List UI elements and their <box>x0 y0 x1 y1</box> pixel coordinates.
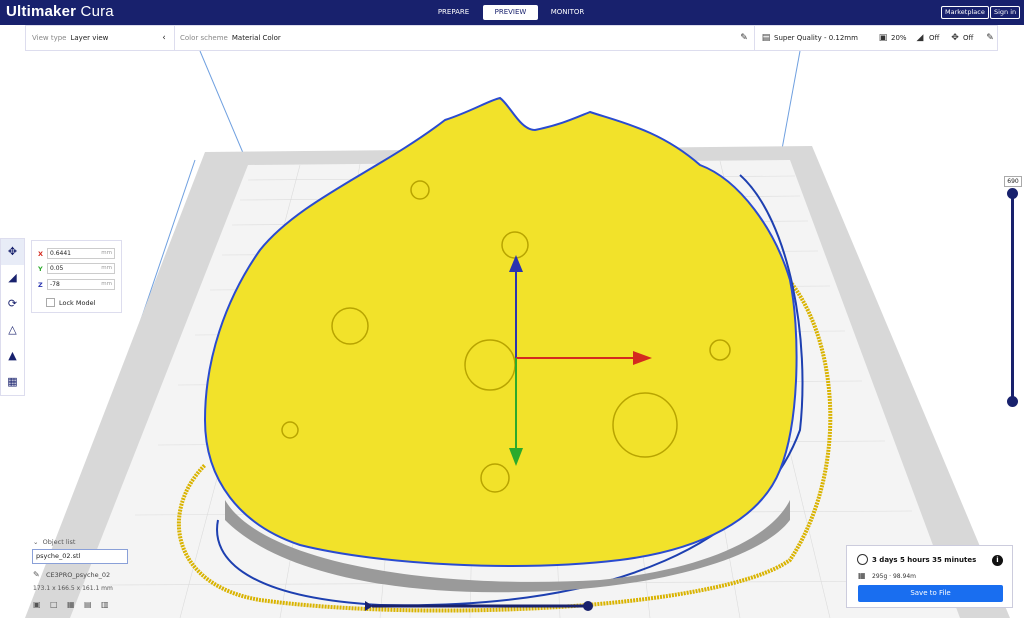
z-unit: mm <box>101 281 112 287</box>
lock-model-checkbox[interactable]: Lock Model <box>46 298 95 307</box>
scale-tool-icon[interactable]: ◢ <box>1 265 24 291</box>
model-dimensions: 173.1 x 166.5 x 161.1 mm <box>33 585 113 592</box>
chevron-down-icon: ⌄ <box>33 538 39 546</box>
print-setup-selector[interactable]: Super Quality - 0.12mm <box>774 26 858 50</box>
layer-slider-bottom-handle[interactable] <box>1007 396 1018 407</box>
brand-light: Cura <box>76 3 114 20</box>
app-logo: Ultimaker Cura <box>6 3 114 20</box>
x-unit: mm <box>101 250 112 256</box>
brand-bold: Ultimaker <box>6 3 77 20</box>
y-input[interactable]: 0.05 mm <box>47 263 115 274</box>
adhesion-icon: ✥ <box>951 33 959 43</box>
tab-preview[interactable]: PREVIEW <box>483 5 538 20</box>
material-usage: 295g · 98.94m <box>872 573 917 580</box>
front-view-icon[interactable]: □ <box>50 600 60 610</box>
y-unit: mm <box>101 265 112 271</box>
3d-viewport[interactable] <box>0 51 1024 618</box>
view-type-selector[interactable]: View type Layer view <box>32 26 108 50</box>
pencil-icon[interactable]: ✎ <box>33 570 40 579</box>
z-label: Z <box>38 280 43 289</box>
left-view-icon[interactable]: ▤ <box>84 600 94 610</box>
divider <box>174 26 175 50</box>
chevron-left-icon[interactable]: ‹ <box>158 32 170 44</box>
layer-slider-top-handle[interactable] <box>1007 188 1018 199</box>
top-header: Ultimaker Cura PREPARE PREVIEW MONITOR M… <box>0 0 1024 25</box>
info-icon[interactable]: i <box>992 555 1003 566</box>
infill-value: 20% <box>891 34 907 42</box>
view-type-value: Layer view <box>70 34 109 42</box>
layer-number-field[interactable]: 690 <box>1004 176 1022 187</box>
move-panel: X 0.6441 mm Y 0.05 mm Z -78 mm Lock Model <box>31 240 122 313</box>
checkbox-box[interactable] <box>46 298 55 307</box>
layer-slider-track[interactable] <box>1011 194 1014 402</box>
stage-tabs: PREPARE PREVIEW MONITOR <box>426 5 597 20</box>
build-volume-edge <box>779 51 801 161</box>
support-value: Off <box>929 34 940 42</box>
top-view-icon[interactable]: ▦ <box>67 600 77 610</box>
y-value: 0.05 <box>50 265 64 272</box>
x-label: X <box>38 249 44 258</box>
object-list-item[interactable]: psyche_02.stl <box>32 549 128 564</box>
y-label: Y <box>38 264 43 273</box>
tab-monitor[interactable]: MONITOR <box>540 5 595 20</box>
adhesion-value: Off <box>963 34 974 42</box>
right-view-icon[interactable]: ▥ <box>101 600 111 610</box>
object-list-toggle[interactable]: ⌄ Object list <box>33 538 75 546</box>
y-row: Y 0.05 mm <box>38 263 115 274</box>
move-tool-icon[interactable]: ✥ <box>1 239 24 265</box>
support-icon: ◢ <box>916 33 924 43</box>
color-scheme-label: Color scheme <box>180 34 228 42</box>
scene-canvas <box>25 51 1010 618</box>
z-row: Z -78 mm <box>38 279 115 290</box>
color-scheme-value: Material Color <box>231 34 281 42</box>
print-info-panel: 3 days 5 hours 35 minutes i ▦ 295g · 98.… <box>846 545 1013 608</box>
x-value: 0.6441 <box>50 250 71 257</box>
divider <box>754 26 755 50</box>
sign-in-button[interactable]: Sign in <box>990 6 1021 19</box>
infill-icon: ▣ <box>878 33 888 43</box>
support-blocker-icon[interactable]: ▦ <box>1 369 24 395</box>
per-model-settings-icon[interactable]: ▲ <box>1 343 24 369</box>
spool-icon: ▦ <box>858 571 866 580</box>
camera-view-buttons: ▣ □ ▦ ▤ ▥ <box>33 600 118 610</box>
clock-icon <box>857 554 868 565</box>
color-scheme-selector[interactable]: Color scheme Material Color <box>180 26 281 50</box>
3d-view-icon[interactable]: ▣ <box>33 600 43 610</box>
build-volume-edge <box>199 51 247 161</box>
z-input[interactable]: -78 mm <box>47 279 115 290</box>
pencil-icon[interactable]: ✎ <box>738 32 750 44</box>
simulation-handle[interactable] <box>583 601 593 611</box>
rotate-tool-icon[interactable]: ⟳ <box>1 291 24 317</box>
object-list-header: Object list <box>42 538 76 546</box>
print-time: 3 days 5 hours 35 minutes <box>872 556 977 564</box>
pencil-icon[interactable]: ✎ <box>984 32 996 44</box>
view-type-label: View type <box>32 34 67 42</box>
tab-prepare[interactable]: PREPARE <box>426 5 481 20</box>
view-toolbar: View type Layer view ‹ Color scheme Materi… <box>25 25 998 51</box>
save-to-file-button[interactable]: Save to File <box>858 585 1003 602</box>
z-value: -78 <box>50 281 60 288</box>
quality-icon: ▤ <box>761 33 771 43</box>
quality-value: Super Quality - 0.12mm <box>774 34 858 42</box>
x-input[interactable]: 0.6441 mm <box>47 248 115 259</box>
job-name[interactable]: CE3PRO_psyche_02 <box>46 571 110 579</box>
lock-model-label: Lock Model <box>59 298 96 307</box>
x-row: X 0.6441 mm <box>38 248 115 259</box>
marketplace-button[interactable]: Marketplace <box>941 6 989 19</box>
tool-column: ✥ ◢ ⟳ △ ▲ ▦ <box>0 238 25 396</box>
mirror-tool-icon[interactable]: △ <box>1 317 24 343</box>
